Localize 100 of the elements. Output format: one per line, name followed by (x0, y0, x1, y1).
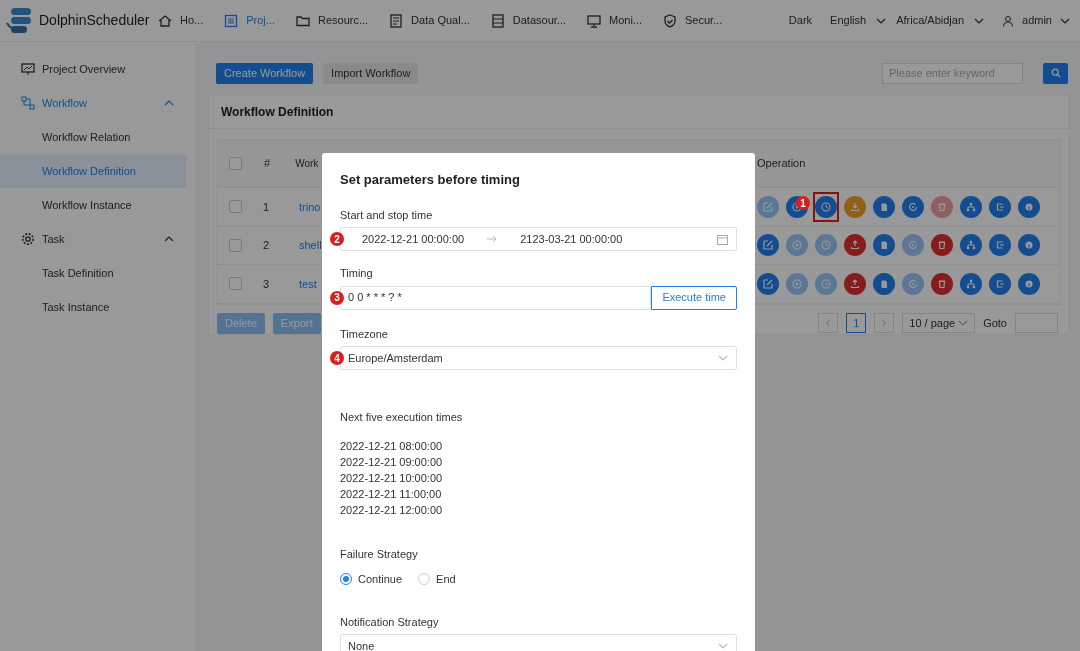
table-cell-text: 3 (263, 276, 271, 292)
field-label: Failure Strategy (340, 546, 419, 562)
monitor-icon (586, 12, 602, 29)
nav-item[interactable]: Datasour... (489, 12, 566, 29)
column-header: Operation (757, 156, 807, 172)
tree-button[interactable] (960, 272, 982, 295)
nav-item[interactable]: Resourc... (294, 12, 369, 29)
step-badge: 2 (330, 232, 344, 246)
import-workflow-button[interactable]: Import Workflow (323, 62, 419, 84)
sidebar-item[interactable]: Task Instance (0, 290, 186, 324)
dialog-title: Set parameters before timing (340, 171, 521, 189)
chevron-up-icon (164, 234, 174, 244)
theme-toggle[interactable]: Dark (788, 12, 813, 29)
user-menu[interactable]: admin (1002, 12, 1070, 29)
sidebar-item[interactable]: Workflow (0, 86, 186, 120)
execution-time: 2022-12-21 09:00:00 (340, 454, 444, 470)
nav-item[interactable]: Moni... (586, 12, 643, 29)
sidebar-item[interactable]: Workflow Instance (0, 188, 186, 222)
tree-button[interactable] (960, 234, 982, 257)
radio-label: Continue (358, 572, 403, 587)
cron-field[interactable]: 0 0 * * * ? * (340, 285, 652, 310)
shield-icon (662, 12, 679, 29)
chart-icon (20, 61, 36, 77)
redirect-button[interactable] (989, 272, 1011, 295)
sidebar-item[interactable]: Workflow Relation (0, 120, 186, 154)
field-label: Start and stop time (340, 207, 434, 223)
arrow-right-icon (487, 235, 498, 243)
execute-time-button[interactable]: Execute time (651, 285, 737, 310)
timezone-dropdown[interactable]: Africa/Abidjan (896, 12, 985, 29)
sidebar-item[interactable]: Task Definition (0, 256, 186, 290)
checkbox[interactable] (229, 277, 242, 291)
chevron-left-icon (824, 319, 833, 327)
document-icon (388, 12, 405, 29)
execution-time: 2022-12-21 10:00:00 (340, 470, 444, 486)
copy-button[interactable] (873, 272, 895, 295)
version-button[interactable] (902, 195, 924, 218)
page-size-dropdown[interactable]: 10 / page (902, 313, 976, 333)
sidebar-item[interactable]: Task (0, 222, 186, 256)
checkbox[interactable] (229, 238, 242, 252)
nav-item[interactable]: Secur... (662, 12, 723, 29)
delete-button[interactable] (931, 272, 953, 295)
copy-button[interactable] (873, 234, 895, 257)
field-label: Next five execution times (340, 410, 464, 425)
info-button[interactable] (1018, 272, 1040, 295)
search-icon (1050, 68, 1061, 78)
edit-button[interactable] (757, 234, 779, 257)
page-button[interactable]: 1 (846, 313, 867, 333)
nav-item[interactable]: Proj... (223, 12, 275, 29)
notification-select[interactable]: None (340, 634, 737, 651)
table-cell-text: 2 (263, 238, 271, 253)
workflow-name-link[interactable]: test (299, 275, 317, 292)
release-button[interactable] (844, 234, 866, 257)
chevron-right-icon (880, 319, 889, 327)
nav-item[interactable]: Ho... (157, 12, 204, 29)
chevron-up-icon (164, 98, 174, 108)
timezone-select[interactable]: Europe/Amsterdam (340, 346, 737, 370)
radio-label: End (436, 572, 456, 587)
date-range-field[interactable]: 2022-12-21 00:00:00 2123-03-21 00:00:00 (340, 227, 737, 251)
server-icon (489, 12, 506, 29)
workflow-icon (20, 95, 36, 111)
create-workflow-button[interactable]: Create Workflow (216, 62, 314, 84)
chevron-down-icon (958, 318, 969, 328)
execution-time: 2022-12-21 12:00:00 (340, 502, 444, 518)
sidebar-item[interactable]: Project Overview (0, 52, 186, 86)
field-label: Notification Strategy (340, 614, 440, 630)
document-icon (223, 12, 240, 29)
edit-button[interactable] (757, 272, 779, 295)
execution-time: 2022-12-21 08:00:00 (340, 438, 444, 454)
workflow-name-link[interactable]: trino (299, 198, 321, 215)
language-dropdown[interactable]: English (830, 12, 887, 29)
copy-button[interactable] (873, 195, 895, 218)
field-label: Timing (340, 266, 374, 281)
redirect-button[interactable] (989, 195, 1011, 218)
release-button[interactable] (844, 272, 866, 295)
table-cell-text: 1 (263, 199, 271, 215)
app-title: DolphinScheduler (39, 11, 150, 30)
step-badge: 3 (330, 290, 344, 305)
execution-time: 2022-12-21 11:00:00 (340, 486, 443, 502)
goto-label: Goto (983, 315, 1007, 331)
card-title: Workflow Definition (221, 104, 334, 121)
calendar-icon (717, 233, 728, 245)
info-button[interactable] (1018, 234, 1040, 257)
chevron-down-icon (718, 353, 728, 363)
field-label: Timezone (340, 326, 389, 342)
redirect-button[interactable] (989, 234, 1011, 257)
step-badge: 1 (796, 196, 810, 210)
settings-icon (20, 231, 36, 247)
delete-button[interactable] (931, 234, 953, 257)
nav-item[interactable]: Data Qual... (388, 12, 470, 29)
column-header: # (264, 156, 271, 172)
column-header: Work (295, 157, 319, 171)
user-icon (1002, 14, 1015, 27)
tree-button[interactable] (960, 195, 982, 218)
checkbox[interactable] (229, 157, 242, 170)
workflow-name-link[interactable]: shell (299, 237, 322, 254)
info-button[interactable] (1018, 195, 1040, 218)
search-button[interactable] (1043, 62, 1068, 84)
chevron-down-icon (718, 641, 728, 651)
release-button[interactable] (844, 195, 866, 218)
checkbox[interactable] (229, 200, 242, 214)
